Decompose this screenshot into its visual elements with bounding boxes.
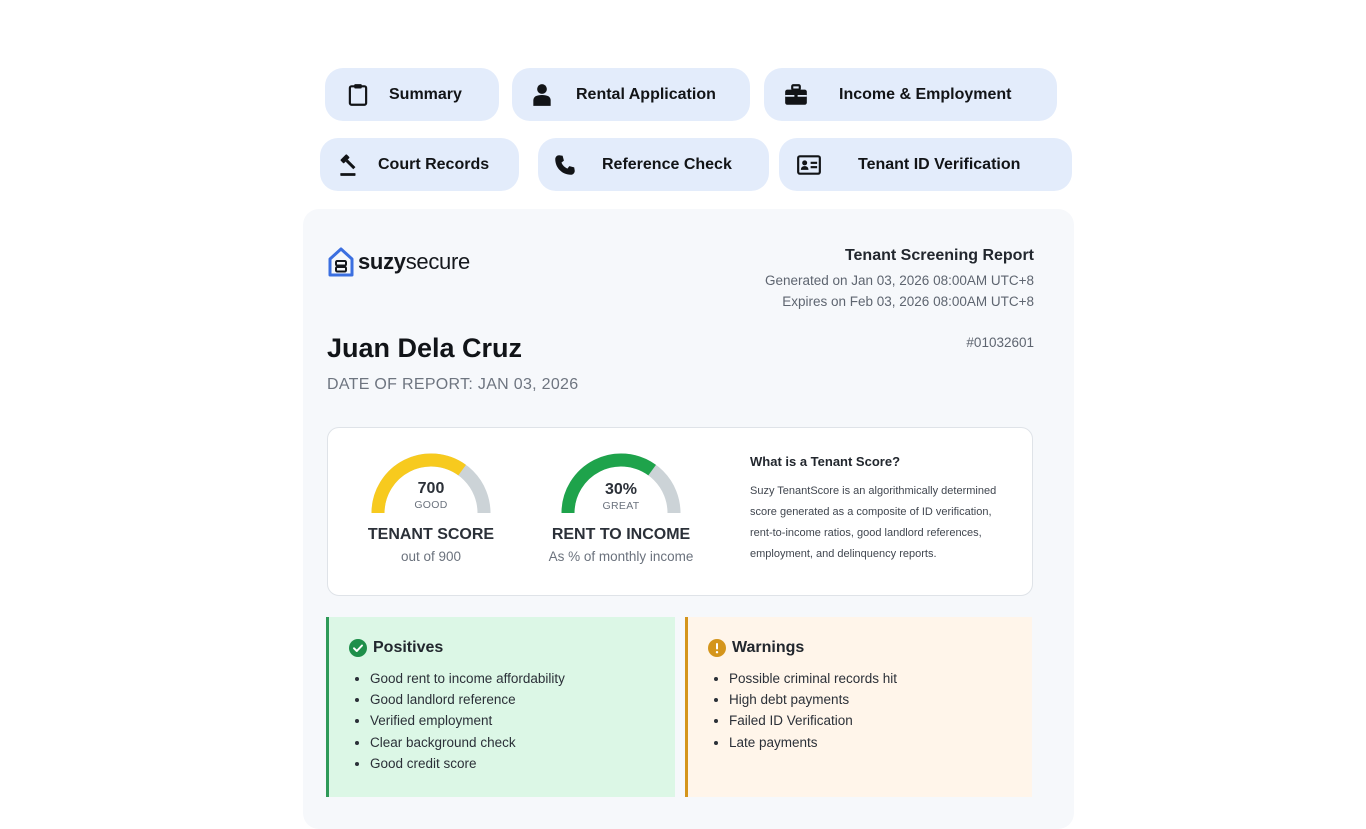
rent-to-income-gauge: 30% GREAT	[561, 453, 681, 515]
report-header: Tenant Screening Report Generated on Jan…	[765, 247, 1034, 312]
tenant-score-subtitle: out of 900	[400, 549, 462, 564]
check-circle-icon	[349, 639, 367, 657]
tenant-score-value: 700	[417, 480, 445, 497]
report-date: DATE OF REPORT: JAN 03, 2026	[327, 376, 579, 393]
rent-to-income-value: 30%	[604, 481, 638, 498]
clipboard-icon	[345, 82, 371, 108]
tab-income-employment[interactable]: Income & Employment	[764, 68, 1057, 121]
rent-to-income-subtitle: As % of monthly income	[548, 549, 694, 564]
tab-reference-check-label: Reference Check	[602, 156, 732, 173]
tenant-score-rating: GOOD	[414, 499, 448, 511]
tenant-score-info-title: What is a Tenant Score?	[750, 454, 901, 469]
tab-reference-check[interactable]: Reference Check	[538, 138, 769, 191]
gavel-icon	[336, 152, 362, 178]
tab-income-employment-label: Income & Employment	[839, 86, 1012, 103]
id-card-icon	[796, 152, 822, 178]
warnings-panel: Warnings Possible criminal records hit H…	[685, 617, 1032, 797]
list-item: Failed ID Verification	[729, 710, 897, 731]
tab-court-records[interactable]: Court Records	[320, 138, 519, 191]
tab-rental-application-label: Rental Application	[576, 86, 716, 103]
tenant-name: Juan Dela Cruz	[327, 333, 523, 363]
exclamation-circle-icon	[708, 639, 726, 657]
rent-to-income-title: RENT TO INCOME	[551, 526, 691, 543]
positives-panel: Positives Good rent to income affordabil…	[326, 617, 675, 797]
warnings-title: Warnings	[732, 639, 805, 656]
tab-tenant-id-verification[interactable]: Tenant ID Verification	[779, 138, 1072, 191]
tab-rental-application[interactable]: Rental Application	[512, 68, 750, 121]
report-title: Tenant Screening Report	[844, 247, 1034, 264]
expires-date: Expires on Feb 03, 2026 08:00AM UTC+8	[782, 294, 1034, 309]
tab-court-records-label: Court Records	[378, 156, 490, 173]
brand-logo: suzysecure	[327, 246, 470, 278]
generated-date: Generated on Jan 03, 2026 08:00AM UTC+8	[764, 273, 1034, 288]
tenant-score-gauge: 700 GOOD	[371, 453, 491, 515]
list-item: Clear background check	[370, 732, 565, 753]
briefcase-icon	[783, 82, 809, 108]
phone-icon	[552, 152, 578, 178]
house-logo-icon	[328, 247, 354, 277]
list-item: Possible criminal records hit	[729, 668, 897, 689]
tab-tenant-id-verification-label: Tenant ID Verification	[858, 156, 1021, 173]
positives-list: Good rent to income affordability Good l…	[349, 668, 565, 774]
brand-name: suzysecure	[358, 249, 470, 274]
list-item: Verified employment	[370, 710, 565, 731]
tab-summary[interactable]: Summary	[325, 68, 499, 121]
list-item: Good landlord reference	[370, 689, 565, 710]
positives-title: Positives	[373, 639, 444, 656]
list-item: Good rent to income affordability	[370, 668, 565, 689]
report-id: #01032601	[966, 335, 1034, 350]
warnings-list: Possible criminal records hit High debt …	[708, 668, 897, 753]
list-item: Good credit score	[370, 753, 565, 774]
tenant-score-title: TENANT SCORE	[367, 526, 495, 543]
rent-to-income-rating: GREAT	[602, 500, 640, 512]
tenant-score-info-body: Suzy TenantScore is an algorithmically d…	[750, 485, 997, 560]
person-icon	[529, 82, 555, 108]
list-item: Late payments	[729, 732, 897, 753]
list-item: High debt payments	[729, 689, 897, 710]
tab-summary-label: Summary	[389, 86, 462, 103]
